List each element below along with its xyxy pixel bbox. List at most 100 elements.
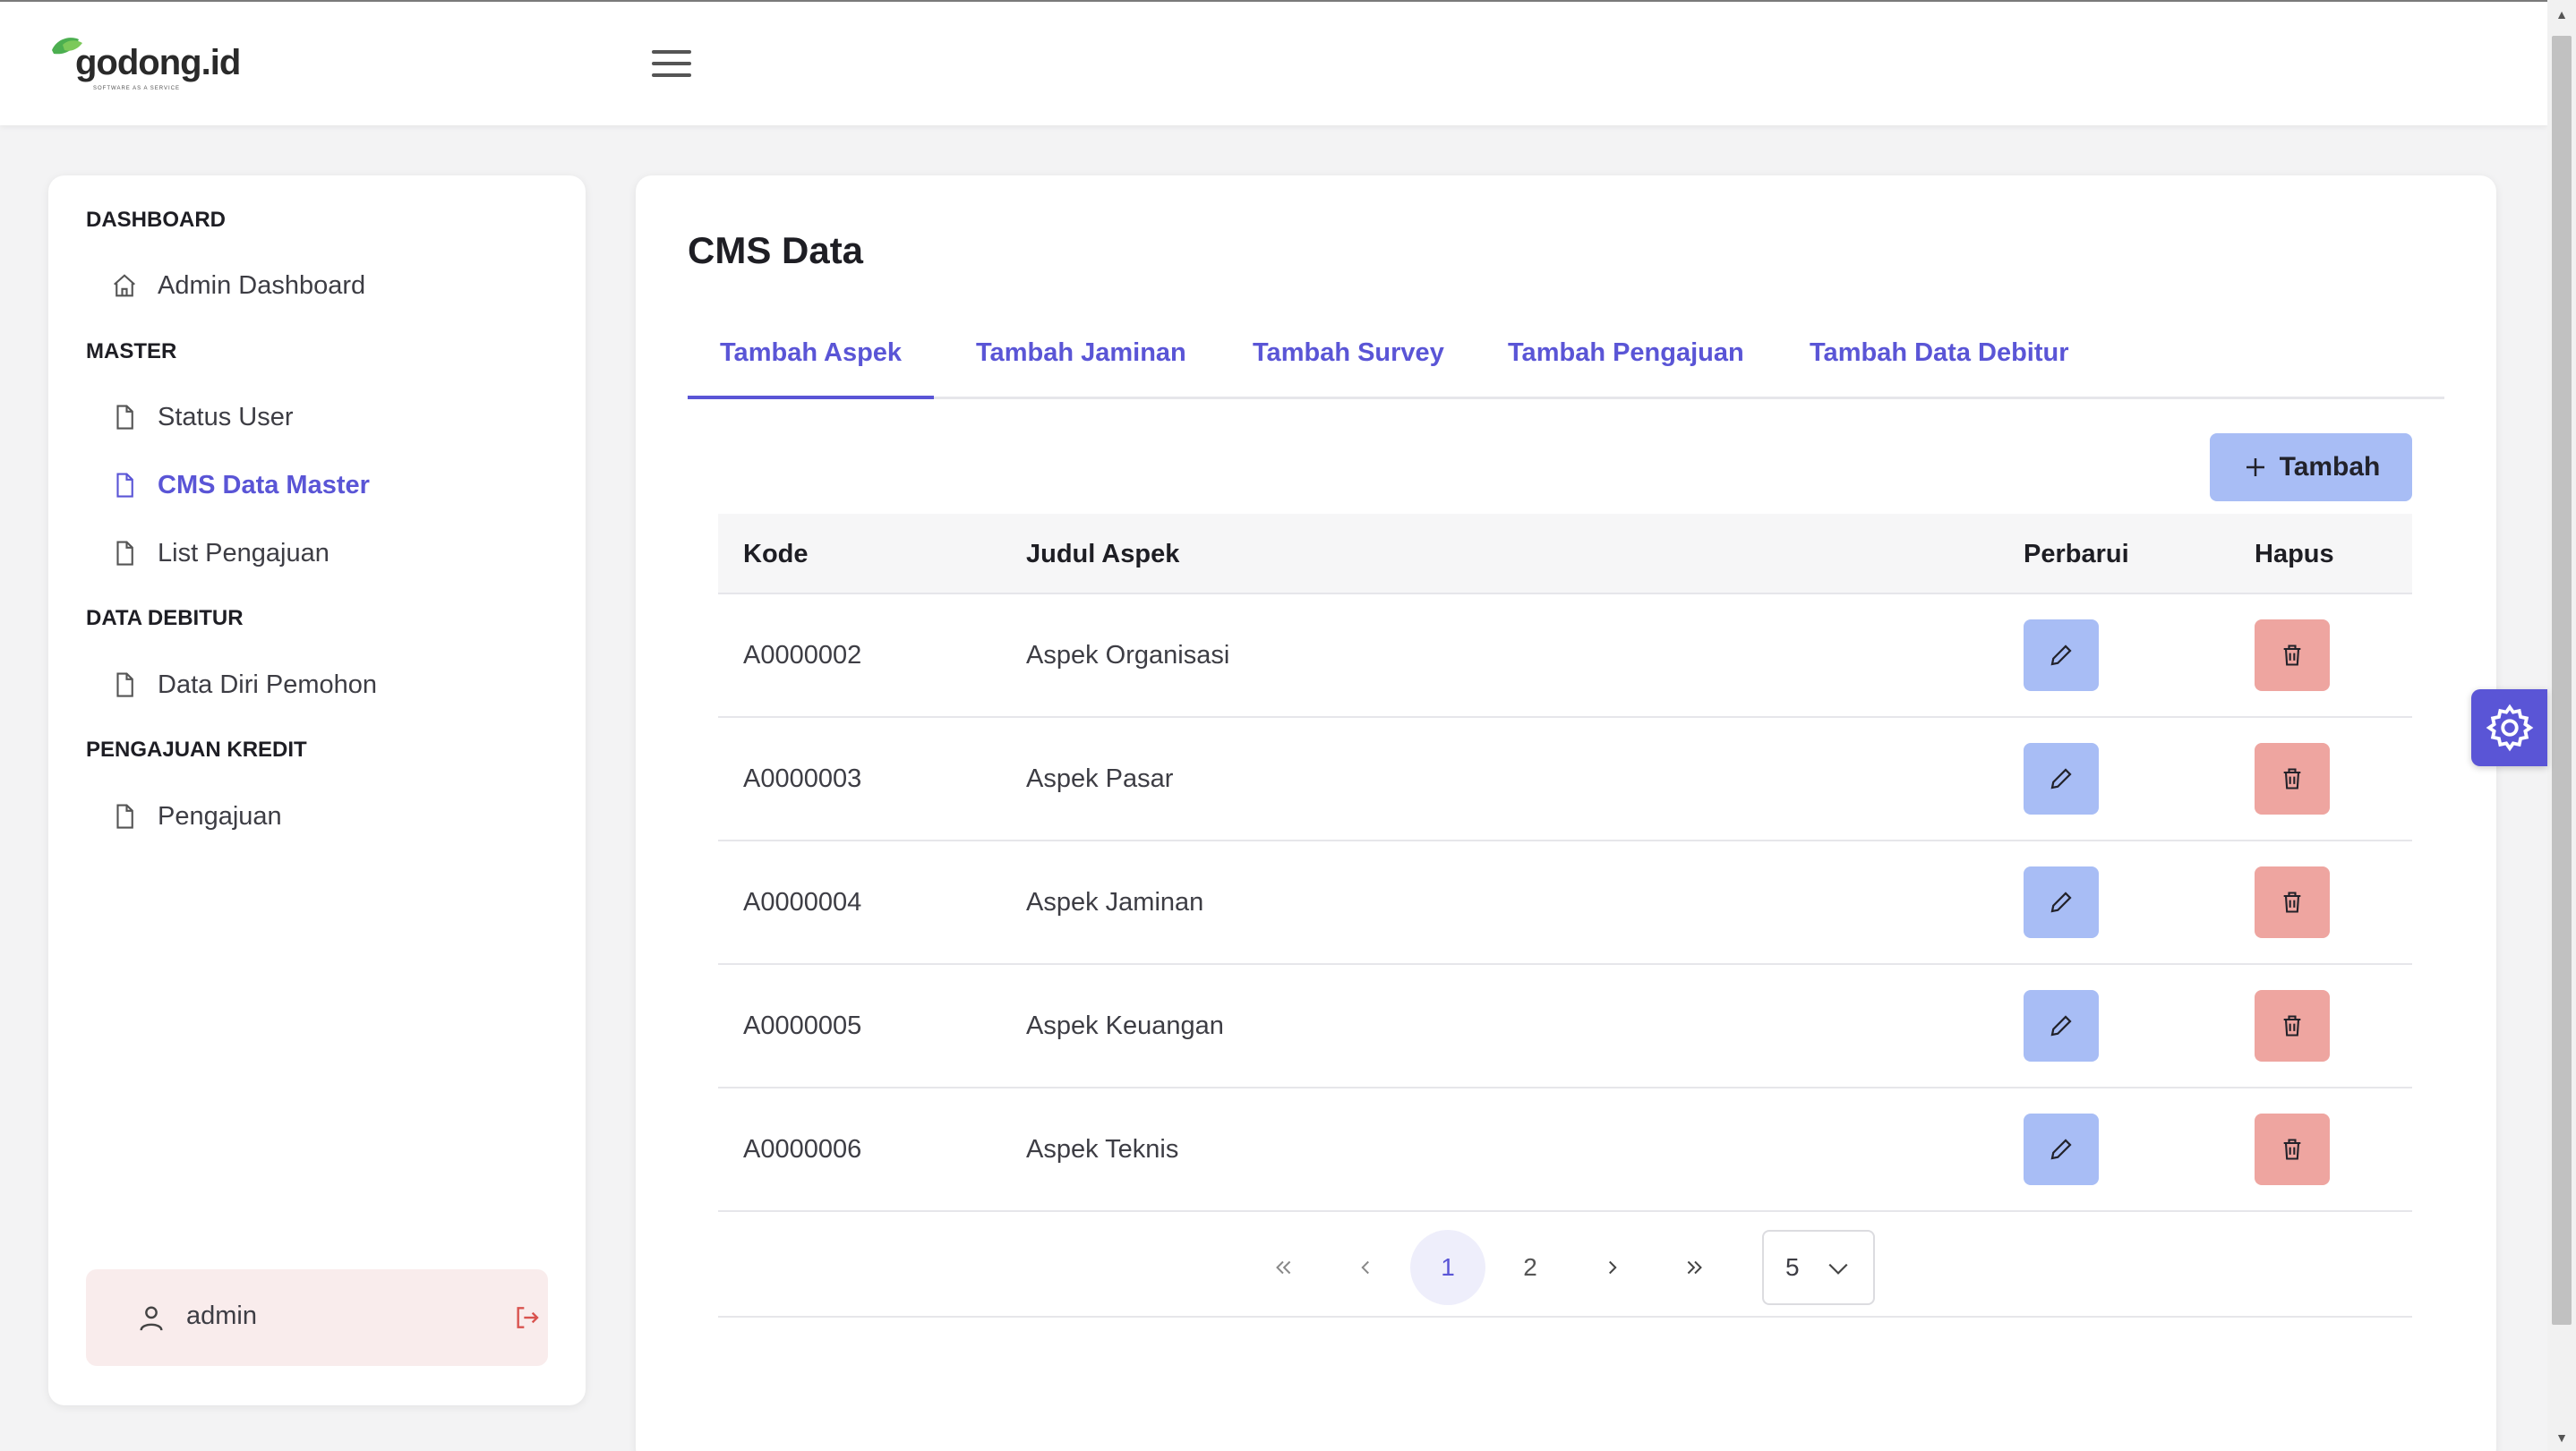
table-row: A0000005 Aspek Keuangan — [718, 965, 2412, 1088]
add-button[interactable]: Tambah — [2210, 433, 2412, 501]
user-icon — [140, 1306, 163, 1331]
sidebar-section-dashboard: DASHBOARD — [86, 208, 226, 232]
table-row: A0000002 Aspek Organisasi — [718, 594, 2412, 718]
gear-icon — [2486, 704, 2533, 752]
delete-button[interactable] — [2255, 866, 2330, 938]
main-panel: CMS Data Tambah Aspek Tambah Jaminan Tam… — [636, 175, 2496, 1451]
tab-tambah-pengajuan[interactable]: Tambah Pengajuan — [1508, 329, 1744, 399]
cell-judul: Aspek Pasar — [1026, 764, 1174, 793]
brand-name: godong.id — [75, 43, 241, 82]
first-page-icon[interactable] — [1245, 1230, 1321, 1305]
pencil-icon — [2050, 644, 2072, 666]
sidebar-section-pengajuan-kredit: PENGAJUAN KREDIT — [86, 738, 307, 762]
pencil-icon — [2050, 1015, 2072, 1037]
pencil-icon — [2050, 892, 2072, 913]
sidebar-item-label: Pengajuan — [158, 801, 282, 831]
edit-button[interactable] — [2024, 1114, 2099, 1185]
last-page-icon[interactable] — [1657, 1230, 1733, 1305]
delete-button[interactable] — [2255, 1114, 2330, 1185]
tab-tambah-jaminan[interactable]: Tambah Jaminan — [976, 329, 1186, 399]
sidebar-section-data-debitur: DATA DEBITUR — [86, 606, 244, 630]
pencil-icon — [2050, 1139, 2072, 1160]
pagination: 1 2 5 — [718, 1219, 2412, 1318]
page-button-2[interactable]: 2 — [1493, 1230, 1568, 1305]
logout-icon[interactable] — [512, 1303, 541, 1332]
tab-tambah-aspek[interactable]: Tambah Aspek — [688, 329, 935, 399]
edit-button[interactable] — [2024, 619, 2099, 691]
file-icon — [116, 541, 133, 566]
sidebar-item-label: Data Diri Pemohon — [158, 670, 377, 699]
scroll-up-icon[interactable]: ▲ — [2555, 8, 2569, 21]
table-header: Kode Judul Aspek Perbarui Hapus — [718, 514, 2412, 594]
tab-tambah-survey[interactable]: Tambah Survey — [1253, 329, 1444, 399]
add-button-label: Tambah — [2279, 452, 2381, 482]
user-name: admin — [186, 1302, 257, 1330]
pencil-icon — [2050, 768, 2072, 790]
page-size-value: 5 — [1785, 1253, 1800, 1281]
cell-judul: Aspek Jaminan — [1026, 888, 1204, 917]
scroll-thumb[interactable] — [2552, 36, 2572, 1325]
trash-icon — [2283, 1015, 2301, 1037]
cell-kode: A0000006 — [743, 1135, 862, 1164]
sidebar-item-status-user[interactable]: Status User — [111, 395, 294, 440]
page-title: CMS Data — [688, 229, 864, 271]
sidebar-section-master: MASTER — [86, 339, 177, 363]
cell-judul: Aspek Keuangan — [1026, 1011, 1224, 1040]
edit-button[interactable] — [2024, 990, 2099, 1062]
sidebar: DASHBOARD Admin Dashboard MASTER Status … — [48, 175, 586, 1405]
cell-kode: A0000002 — [743, 641, 862, 670]
menu-toggle-icon[interactable] — [652, 50, 691, 81]
aspek-table: Kode Judul Aspek Perbarui Hapus A0000002… — [718, 514, 2412, 1212]
home-icon — [114, 274, 135, 297]
prev-page-icon[interactable] — [1328, 1230, 1403, 1305]
sidebar-item-label: CMS Data Master — [158, 470, 370, 499]
column-header-kode: Kode — [743, 540, 809, 568]
cell-judul: Aspek Teknis — [1026, 1135, 1179, 1164]
brand-logo[interactable]: godong.id SOFTWARE AS A SERVICE — [48, 34, 245, 97]
scroll-down-icon[interactable]: ▼ — [2555, 1431, 2569, 1444]
trash-icon — [2283, 1139, 2301, 1160]
sidebar-item-pengajuan[interactable]: Pengajuan — [111, 794, 282, 839]
delete-button[interactable] — [2255, 619, 2330, 691]
edit-button[interactable] — [2024, 743, 2099, 815]
table-row: A0000004 Aspek Jaminan — [718, 841, 2412, 965]
edit-button[interactable] — [2024, 866, 2099, 938]
sidebar-item-admin-dashboard[interactable]: Admin Dashboard — [111, 263, 365, 308]
file-icon — [116, 405, 133, 430]
column-header-hapus: Hapus — [2255, 540, 2334, 568]
trash-icon — [2283, 768, 2301, 790]
settings-button[interactable] — [2471, 689, 2547, 766]
cell-kode: A0000003 — [743, 764, 862, 793]
table-row: A0000006 Aspek Teknis — [718, 1088, 2412, 1212]
table-row: A0000003 Aspek Pasar — [718, 718, 2412, 841]
page-size-select[interactable]: 5 — [1762, 1230, 1875, 1305]
cell-kode: A0000004 — [743, 888, 862, 917]
tab-tambah-data-debitur[interactable]: Tambah Data Debitur — [1810, 329, 2069, 399]
tab-bar: Tambah Aspek Tambah Jaminan Tambah Surve… — [688, 329, 2444, 399]
sidebar-item-list-pengajuan[interactable]: List Pengajuan — [111, 531, 329, 576]
trash-icon — [2283, 644, 2301, 666]
file-icon — [116, 473, 133, 498]
cell-kode: A0000005 — [743, 1011, 862, 1040]
user-panel: admin — [86, 1269, 548, 1366]
sidebar-item-data-diri-pemohon[interactable]: Data Diri Pemohon — [111, 662, 377, 707]
page-button-1[interactable]: 1 — [1410, 1230, 1485, 1305]
sidebar-item-label: Status User — [158, 402, 294, 431]
next-page-icon[interactable] — [1575, 1230, 1650, 1305]
delete-button[interactable] — [2255, 743, 2330, 815]
sidebar-item-label: List Pengajuan — [158, 538, 329, 568]
sidebar-item-label: Admin Dashboard — [158, 270, 366, 300]
chevron-down-icon — [1828, 1263, 1848, 1275]
trash-icon — [2283, 892, 2301, 913]
sidebar-item-cms-data-master[interactable]: CMS Data Master — [111, 463, 370, 508]
column-header-perbarui: Perbarui — [2024, 540, 2129, 568]
brand-tagline: SOFTWARE AS A SERVICE — [93, 86, 181, 91]
column-header-judul-aspek: Judul Aspek — [1026, 540, 1180, 568]
cell-judul: Aspek Organisasi — [1026, 641, 1230, 670]
delete-button[interactable] — [2255, 990, 2330, 1062]
file-icon — [116, 672, 133, 697]
top-bar: godong.id SOFTWARE AS A SERVICE — [0, 0, 2547, 125]
file-icon — [116, 804, 133, 829]
page-scrollbar[interactable]: ▲ ▼ — [2547, 0, 2576, 1451]
plus-icon — [2246, 458, 2264, 476]
